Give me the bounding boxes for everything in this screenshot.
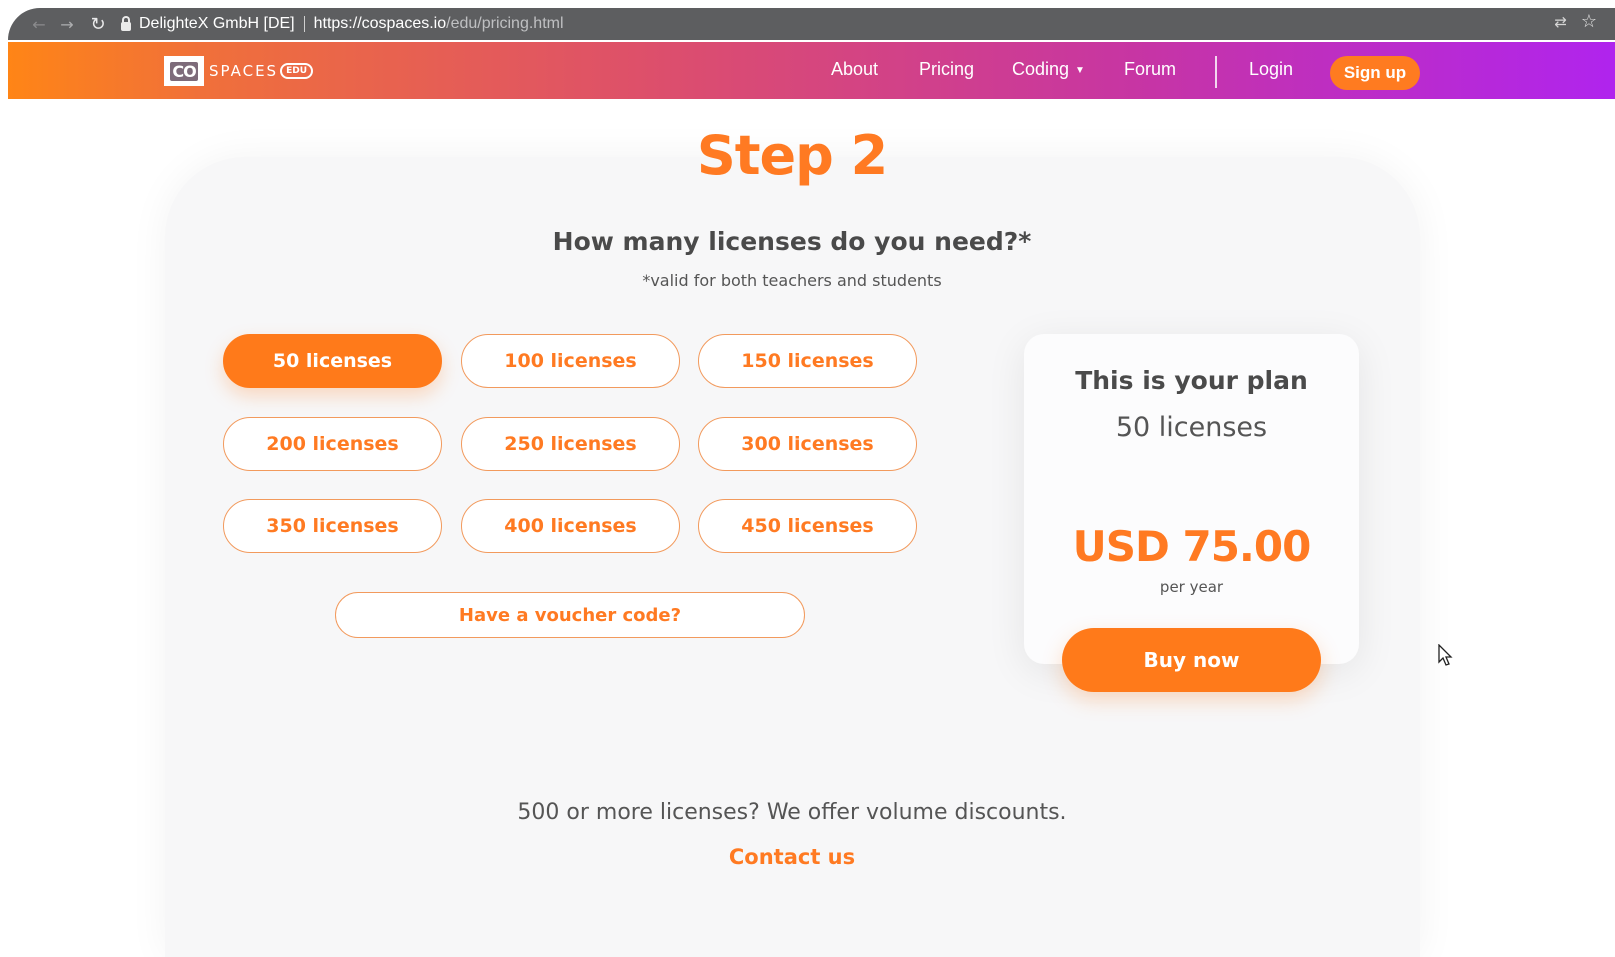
plan-title: This is your plan xyxy=(1075,366,1308,395)
url-path: /edu/pricing.html xyxy=(446,15,564,32)
cospaces-logo[interactable]: CO SPACES EDU xyxy=(164,56,314,86)
browser-toolbar: ← → ↻ DelighteX GmbH [DE] https://cospac… xyxy=(8,8,1615,40)
nav-coding-label: Coding xyxy=(1012,59,1070,79)
caret-down-icon: ▼ xyxy=(1075,65,1085,76)
license-option-200[interactable]: 200 licenses xyxy=(223,417,442,471)
site-header: CO SPACES EDU About Pricing Coding ▼ Foru… xyxy=(8,42,1615,99)
reload-icon[interactable]: ↻ xyxy=(87,13,109,35)
mouse-cursor-icon xyxy=(1438,644,1453,666)
forward-arrow-icon[interactable]: → xyxy=(56,13,78,35)
license-option-400[interactable]: 400 licenses xyxy=(461,499,680,553)
back-arrow-icon[interactable]: ← xyxy=(28,13,50,35)
plan-period: per year xyxy=(1159,578,1224,596)
step-title: Step 2 xyxy=(696,124,888,187)
star-icon[interactable]: ☆ xyxy=(1581,11,1597,32)
volume-discount-text: 500 or more licenses? We offer volume di… xyxy=(517,800,1067,825)
url-host: https://cospaces.io xyxy=(313,15,447,32)
logo-edu-badge: EDU xyxy=(280,63,314,79)
license-option-150[interactable]: 150 licenses xyxy=(698,334,917,388)
logo-mark: CO xyxy=(164,56,204,86)
license-option-250[interactable]: 250 licenses xyxy=(461,417,680,471)
logo-co: CO xyxy=(170,61,198,81)
plan-license-count: 50 licenses xyxy=(1115,412,1268,443)
nav-link-coding[interactable]: Coding ▼ xyxy=(1012,59,1085,80)
license-question: How many licenses do you need?* xyxy=(552,227,1032,256)
translate-icon[interactable]: ⇄ xyxy=(1554,13,1567,31)
plan-price: USD 75.00 xyxy=(1072,522,1312,571)
license-option-50[interactable]: 50 licenses xyxy=(223,334,442,388)
nav-link-forum[interactable]: Forum xyxy=(1124,59,1176,80)
site-identity: DelighteX GmbH [DE] xyxy=(139,15,295,32)
logo-spaces: SPACES xyxy=(209,62,279,80)
buy-now-button[interactable]: Buy now xyxy=(1062,628,1321,692)
lock-icon xyxy=(121,15,131,31)
license-option-450[interactable]: 450 licenses xyxy=(698,499,917,553)
address-separator xyxy=(303,16,305,32)
license-note: *valid for both teachers and students xyxy=(642,271,942,290)
license-option-350[interactable]: 350 licenses xyxy=(223,499,442,553)
license-option-300[interactable]: 300 licenses xyxy=(698,417,917,471)
license-option-100[interactable]: 100 licenses xyxy=(461,334,680,388)
nav-link-pricing[interactable]: Pricing xyxy=(919,59,974,80)
address-bar[interactable]: DelighteX GmbH [DE] https://cospaces.io /… xyxy=(116,11,1566,37)
nav-link-about[interactable]: About xyxy=(831,59,878,80)
plan-summary: This is your plan 50 licenses USD 75.00 … xyxy=(1024,334,1359,664)
signup-button[interactable]: Sign up xyxy=(1330,56,1420,90)
nav-divider xyxy=(1215,56,1217,88)
contact-us-link[interactable]: Contact us xyxy=(0,845,1584,869)
voucher-code-button[interactable]: Have a voucher code? xyxy=(335,592,805,638)
nav-link-login[interactable]: Login xyxy=(1249,59,1293,80)
